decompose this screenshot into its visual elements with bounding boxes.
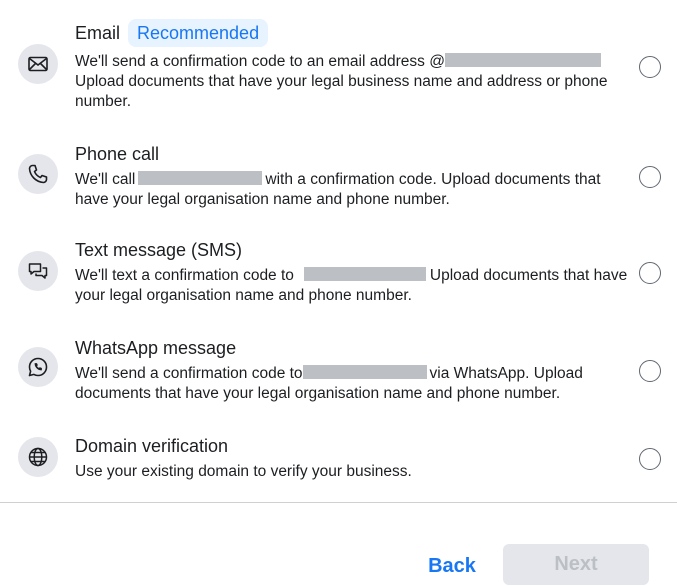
option-description: We'll send a confirmation code to via Wha… [75, 365, 583, 402]
option-title: Domain verification [75, 436, 229, 456]
redacted-phone [138, 171, 263, 185]
chat-bubbles-icon [28, 263, 48, 279]
option-title: Text message (SMS) [75, 240, 243, 260]
envelope-icon [28, 56, 48, 72]
option-description: We'll send a confirmation code to an ema… [75, 53, 608, 110]
phone-icon-circle [18, 154, 58, 194]
footer-divider [0, 502, 677, 503]
option-title: WhatsApp message [75, 338, 237, 358]
next-button[interactable]: Next [503, 544, 649, 585]
whatsapp-icon-circle [18, 347, 58, 387]
globe-icon-circle [18, 437, 58, 477]
whatsapp-icon [28, 357, 48, 377]
option-description: We'll text a confirmation code to Upload … [75, 267, 628, 304]
phone-icon [28, 164, 48, 184]
whatsapp-radio[interactable] [639, 360, 661, 382]
redacted-phone [303, 267, 426, 281]
phone-call-radio[interactable] [639, 166, 661, 188]
envelope-icon-circle [18, 44, 58, 84]
chat-bubbles-icon-circle [18, 251, 58, 291]
back-button[interactable]: Back [416, 546, 488, 586]
option-title: Phone call [75, 144, 160, 164]
sms-radio[interactable] [639, 262, 661, 284]
domain-verification-radio[interactable] [639, 448, 661, 470]
option-description: Use your existing domain to verify your … [75, 463, 412, 480]
recommended-badge: Recommended [128, 19, 269, 47]
redacted-email [444, 53, 601, 67]
redacted-phone [302, 365, 427, 379]
option-description: We'll call with a confirmation code. Uplo… [75, 171, 601, 208]
option-title: Email [75, 23, 121, 43]
globe-icon [28, 447, 48, 467]
email-radio[interactable] [639, 56, 661, 78]
